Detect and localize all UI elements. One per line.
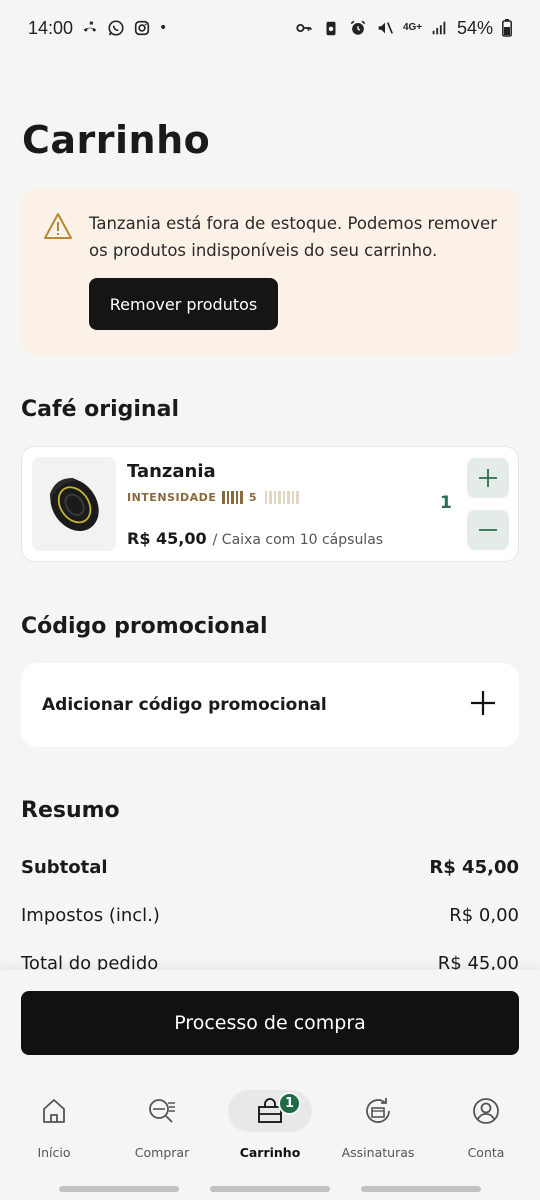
product-price: R$ 45,00 [127,529,207,548]
intensity-bar-empty [273,491,277,504]
gesture-recents[interactable] [59,1186,179,1192]
nav-item-conta[interactable]: Conta [432,1072,540,1172]
product-price-detail: / Caixa com 10 cápsulas [212,532,384,548]
add-promo-code-label: Adicionar código promocional [42,695,327,715]
nav-label: Conta [467,1145,505,1160]
home-icon [43,1099,65,1123]
summary-label: Subtotal [21,857,108,878]
nav-label: Início [37,1145,71,1160]
plus-icon[interactable] [469,689,497,717]
signal-icon [432,21,446,35]
intensity-bars-filled [222,491,243,504]
mute-icon [378,22,393,34]
increase-quantity-button[interactable] [467,458,509,498]
nav-item-assinaturas[interactable]: Assinaturas [324,1072,432,1172]
checkout-button[interactable]: Processo de compra [21,991,519,1055]
instagram-icon [134,20,150,36]
checkout-bar: Processo de compra [0,970,540,1072]
bottom-navigation: Início Comprar 1 Carrinho Assinaturas Co… [0,1072,540,1172]
intensity-indicator: INTENSIDADE 5 [127,491,299,504]
gesture-home[interactable] [210,1186,330,1192]
whatsapp-icon [108,20,124,36]
cart-item-card: Tanzania INTENSIDADE 5 R$ 45,00 / Caixa … [21,446,519,562]
page-title: Carrinho [22,118,211,162]
summary-value: R$ 45,00 [429,857,519,878]
status-bar: 14:00 • 4G+ 54% [0,0,540,56]
cart-count-badge: 1 [278,1092,301,1115]
status-right: 4G+ 54% [295,18,512,39]
nav-icon-container [336,1090,420,1132]
product-image [32,457,116,551]
add-promo-code-row[interactable]: Adicionar código promocional [21,663,519,747]
nav-item-inicio[interactable]: Início [0,1072,108,1172]
battery-percent: 54% [456,17,493,38]
summary-row-taxes: Impostos (incl.) R$ 0,00 [21,905,519,926]
nav-item-comprar[interactable]: Comprar [108,1072,216,1172]
gesture-back[interactable] [361,1186,481,1192]
warning-icon [44,213,72,239]
nav-label: Comprar [134,1145,190,1160]
summary-label: Impostos (incl.) [21,905,160,926]
network-type: 4G+ [402,22,423,33]
nav-label: Assinaturas [341,1145,415,1160]
minus-icon [479,529,497,531]
nav-label: Carrinho [239,1145,301,1160]
intensity-bar-empty [287,491,290,504]
quantity-value: 1 [440,493,452,513]
battery-icon [502,19,512,37]
alert-message: Tanzania está fora de estoque. Podemos r… [89,214,497,260]
status-time: 14:00 [28,17,74,38]
status-left: 14:00 • [28,18,167,39]
product-name: Tanzania [127,461,216,482]
remove-products-button[interactable]: Remover produtos [89,278,278,330]
intensity-bar-empty [296,491,299,504]
intensity-bar-filled [235,491,239,504]
capsule-image [49,477,99,531]
summary-row-subtotal: Subtotal R$ 45,00 [21,857,519,878]
intensity-bar-filled [231,491,234,504]
alarm-icon [350,20,366,35]
section-title-summary: Resumo [21,798,120,823]
account-icon [473,1098,499,1124]
decrease-quantity-button[interactable] [467,510,509,550]
summary-value: R$ 0,00 [449,905,519,926]
intensity-bar-empty [269,491,272,504]
intensity-bars-empty [264,491,299,504]
nav-icon-container [12,1090,96,1132]
intensity-bar-filled [222,491,225,504]
status-dot: • [159,20,168,36]
key-icon [296,23,312,33]
nav-icon-container [444,1090,528,1132]
section-title-promo: Código promocional [21,614,268,639]
coffee-search-icon [149,1099,175,1123]
intensity-bar-filled [240,491,243,504]
intensity-label: INTENSIDADE [127,491,217,504]
plus-icon [479,469,497,487]
battery-saver-icon [326,21,336,36]
nav-icon-container [228,1090,312,1132]
intensity-bar-empty [278,491,281,504]
nav-icon-container [120,1090,204,1132]
intensity-bar-empty [264,491,268,504]
nav-item-carrinho[interactable]: 1 Carrinho [216,1072,324,1172]
subscription-icon [366,1098,390,1123]
price-line: R$ 45,00 / Caixa com 10 cápsulas [127,529,383,548]
out-of-stock-alert: Tanzania está fora de estoque. Podemos r… [21,188,519,356]
intensity-bar-filled [226,491,230,504]
section-title-cafe: Café original [21,397,179,422]
intensity-value: 5 [248,491,257,504]
missed-call-icon [83,21,97,32]
intensity-bar-empty [291,491,295,504]
intensity-bar-empty [282,491,286,504]
